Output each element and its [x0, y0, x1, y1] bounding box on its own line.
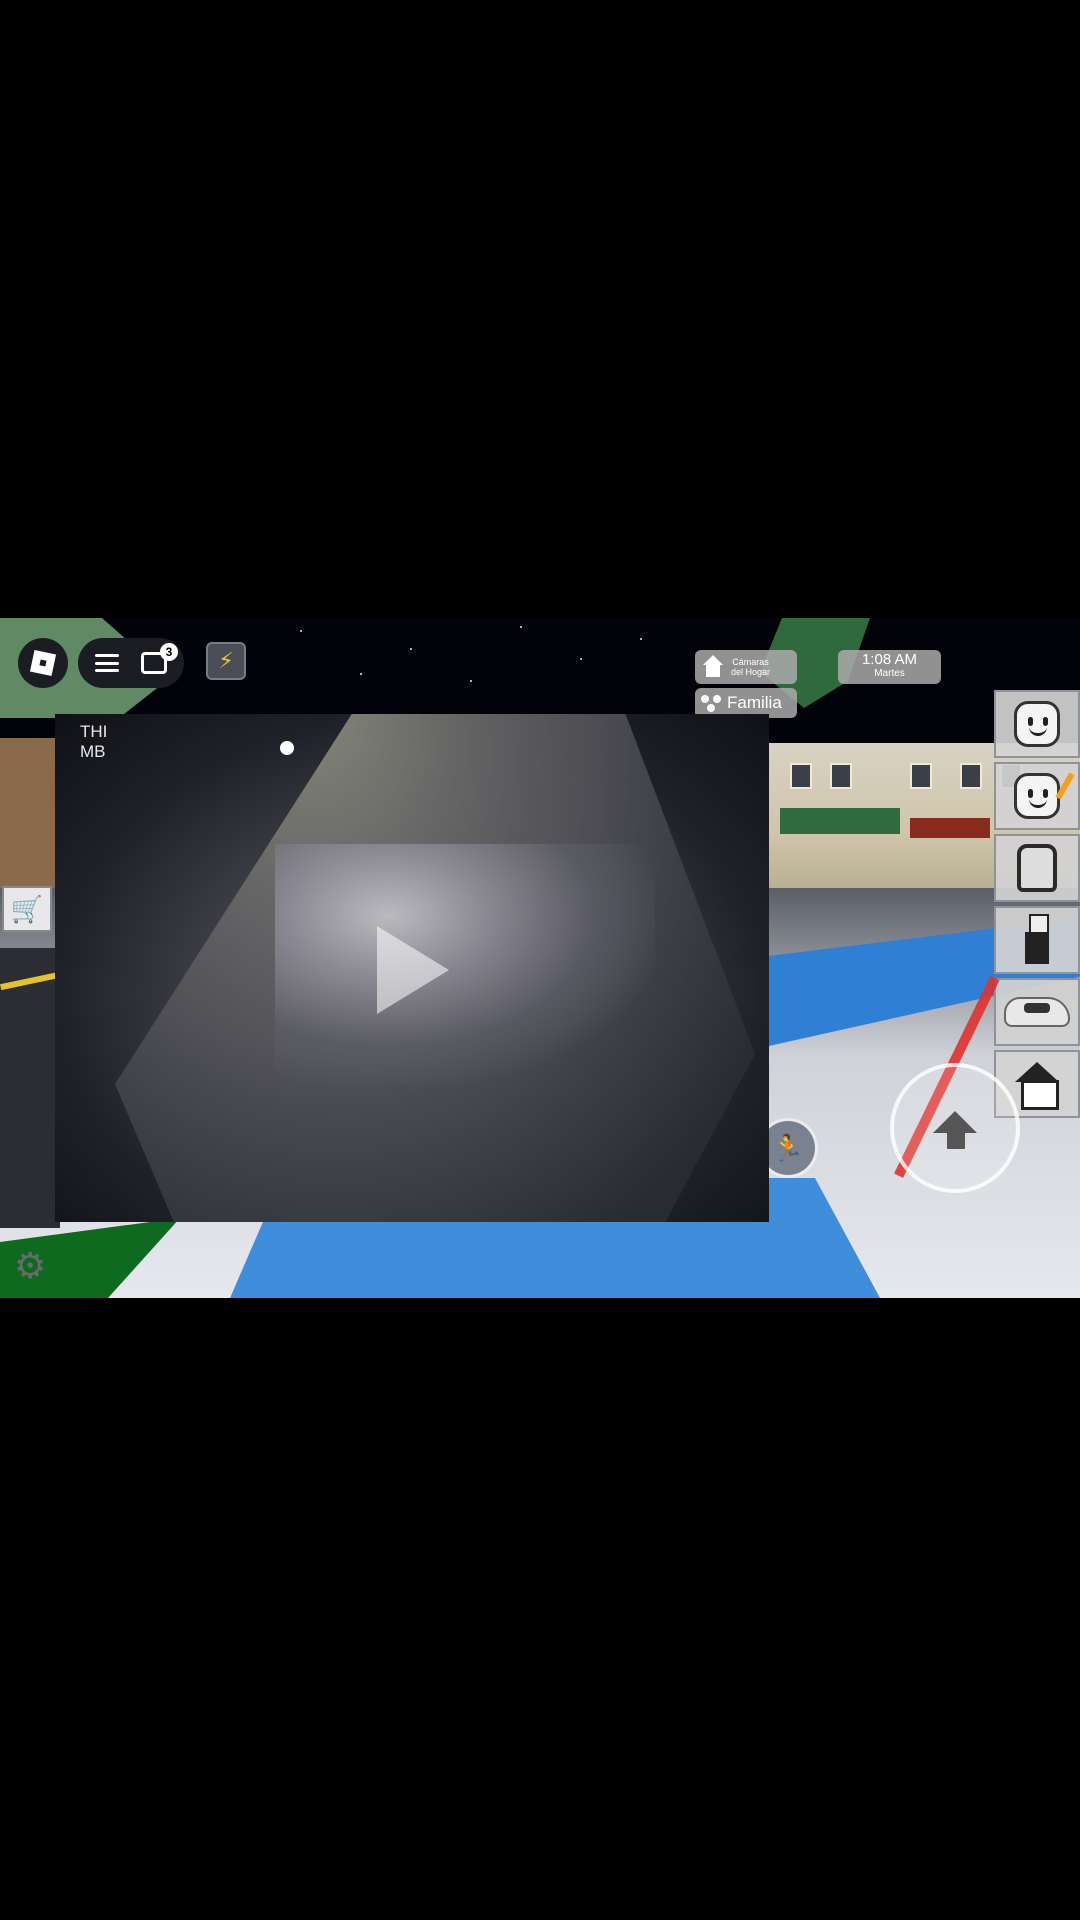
home-cameras-button[interactable]: Cámaras del Hogar: [695, 650, 797, 684]
time-text: 1:08 AM: [861, 651, 918, 668]
shop-awning: [780, 808, 900, 834]
backpack-icon: [1017, 844, 1057, 892]
house-icon: [701, 655, 725, 679]
jump-button[interactable]: [890, 1063, 1020, 1193]
family-label: Familia: [727, 693, 782, 712]
house-icon: [1015, 1062, 1059, 1110]
vehicle-button[interactable]: [994, 978, 1080, 1046]
shop-awning: [910, 818, 990, 838]
video-player[interactable]: THI MB: [55, 714, 769, 1222]
hamburger-icon[interactable]: [95, 654, 119, 672]
roblox-logo-icon: [29, 649, 57, 677]
home-cameras-label: Cámaras del Hogar: [731, 657, 771, 677]
car-icon: [1004, 997, 1070, 1027]
avatar-face-icon: [1014, 701, 1060, 747]
avatar-editor-button[interactable]: [994, 762, 1080, 830]
lightning-icon: ⚡: [218, 648, 234, 673]
roleplay-button[interactable]: [994, 906, 1080, 974]
character-icon: [1019, 914, 1055, 966]
roblox-menu-button[interactable]: [18, 638, 68, 688]
backpack-button[interactable]: [994, 834, 1080, 902]
day-text: Martes: [874, 668, 905, 679]
video-marker: [280, 741, 294, 755]
street: [0, 948, 60, 1228]
avatar-button[interactable]: [994, 690, 1080, 758]
avatar-edit-icon: [1014, 773, 1060, 819]
jump-arrow-icon: [933, 1111, 977, 1133]
gear-icon: ⚙: [14, 1245, 47, 1286]
cart-icon: 🛒: [10, 893, 44, 924]
menu-chat-pill: 3: [78, 638, 184, 688]
emote-button[interactable]: ⚡: [206, 642, 246, 680]
run-icon: 🏃: [771, 1132, 805, 1163]
chat-badge: 3: [160, 643, 178, 661]
family-icon: [701, 693, 723, 713]
shop-button[interactable]: 🛒: [2, 886, 52, 932]
play-icon[interactable]: [377, 926, 449, 1014]
ultrasound-image: [275, 844, 655, 1084]
video-corner-text: THI MB: [80, 722, 108, 761]
clock-display: 1:08 AM Martes: [838, 650, 941, 684]
chat-icon[interactable]: 3: [141, 643, 178, 674]
settings-button[interactable]: ⚙: [14, 1242, 66, 1290]
